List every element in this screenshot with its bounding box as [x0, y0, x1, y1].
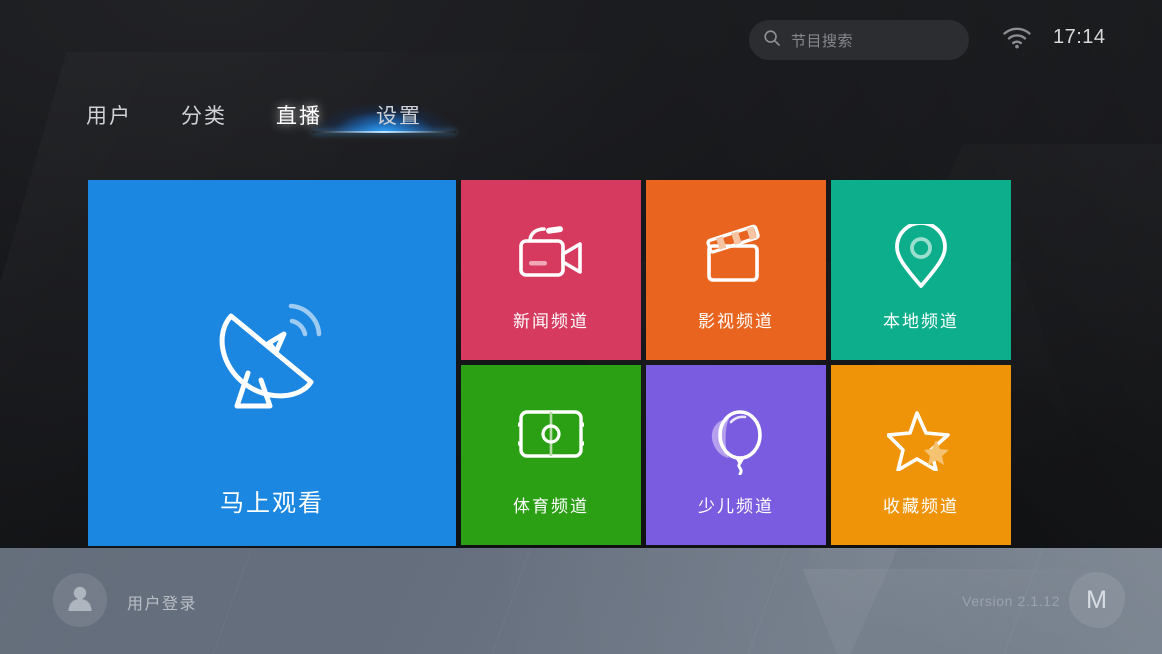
version-label: Version 2.1.12	[962, 593, 1060, 609]
soccer-field-icon	[461, 409, 641, 459]
tile-news-channel[interactable]: 新闻频道	[461, 180, 641, 360]
video-camera-icon	[461, 224, 641, 286]
tile-label: 马上观看	[220, 490, 324, 517]
brand-logo: M	[1069, 572, 1125, 628]
tab-live[interactable]: 直播	[270, 96, 328, 134]
tab-settings[interactable]: 设置	[370, 96, 428, 134]
tile-watch-now[interactable]: 马上观看	[88, 180, 456, 546]
tile-local-channel[interactable]: 本地频道	[831, 180, 1011, 360]
tile-label: 少儿频道	[698, 497, 774, 516]
search-icon	[763, 29, 781, 52]
nav-tabs: 用户 分类 直播 设置	[80, 80, 500, 146]
clock: 17:14	[1053, 26, 1106, 48]
tile-favorites-channel[interactable]: 收藏频道	[831, 365, 1011, 545]
tile-grid: 马上观看 新闻频道 影视频道 本地频道 体育频道 少儿频道 收藏频道	[88, 180, 1011, 546]
tile-label: 本地频道	[883, 312, 959, 331]
tile-label: 新闻频道	[513, 312, 589, 331]
user-avatar-icon	[67, 584, 93, 617]
clapperboard-icon	[646, 224, 826, 286]
logo-letter: M	[1086, 585, 1108, 614]
tile-label: 体育频道	[513, 497, 589, 516]
tab-user[interactable]: 用户	[80, 96, 138, 134]
balloon-icon	[646, 409, 826, 475]
satellite-dish-icon	[88, 290, 456, 420]
app-root: 节目搜索 17:14 用户 分类 直播 设置 马上观看 新闻频道 影视频道 本地…	[0, 0, 1162, 654]
search-input[interactable]: 节目搜索	[749, 20, 969, 60]
top-bar: 节目搜索 17:14	[0, 0, 1162, 78]
tile-sports-channel[interactable]: 体育频道	[461, 365, 641, 545]
tab-category[interactable]: 分类	[175, 96, 233, 134]
footer-line	[182, 548, 284, 654]
tile-label: 收藏频道	[883, 497, 959, 516]
footer-line	[461, 548, 563, 654]
footer-line	[716, 548, 819, 654]
tile-label: 影视频道	[698, 312, 774, 331]
wifi-icon	[1002, 26, 1032, 55]
star-icon	[831, 409, 1011, 471]
footer-facet	[294, 548, 926, 654]
login-label[interactable]: 用户登录	[127, 590, 197, 614]
tile-movie-channel[interactable]: 影视频道	[646, 180, 826, 360]
location-pin-icon	[831, 224, 1011, 290]
tile-kids-channel[interactable]: 少儿频道	[646, 365, 826, 545]
active-tab-underline	[312, 131, 456, 133]
search-placeholder-text: 节目搜索	[791, 32, 854, 50]
avatar[interactable]	[53, 573, 107, 627]
